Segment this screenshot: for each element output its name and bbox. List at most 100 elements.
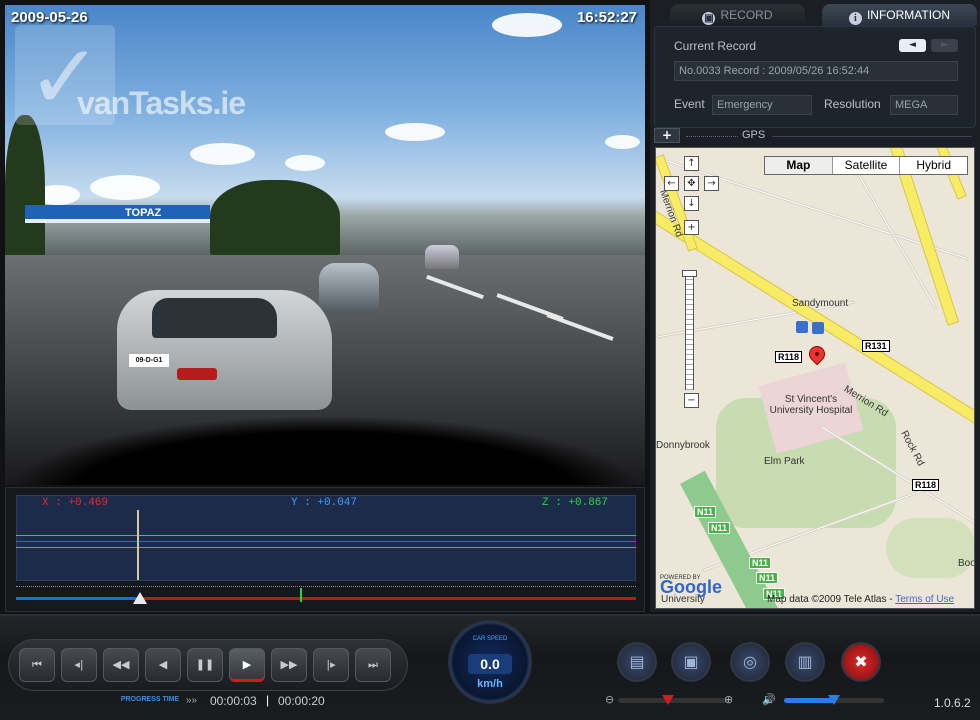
playback-bar: ⏮ ◂| ◀◀ ◀ ❚❚ ▶ ▶▶ |▸ ⏭ <box>8 639 408 691</box>
zoom-out-icon[interactable]: − <box>684 393 699 408</box>
resolution-value: MEGA <box>890 95 958 115</box>
current-time: 00:00:03 <box>210 694 257 708</box>
pan-center-icon[interactable]: ✥ <box>684 176 699 191</box>
rewind-button[interactable]: ◀◀ <box>103 648 139 682</box>
skip-start-button[interactable]: ⏮ <box>19 648 55 682</box>
volume-slider[interactable] <box>784 695 884 705</box>
road-badge-r131: R131 <box>862 340 890 352</box>
prev-record-button[interactable]: ◄ <box>899 39 926 52</box>
petrol-station: TOPAZ <box>25 205 210 265</box>
speed-value: 0.0 <box>468 654 512 674</box>
step-back-button[interactable]: ◂| <box>61 648 97 682</box>
step-forward-button[interactable]: |▸ <box>313 648 349 682</box>
settings-tools-icon[interactable]: ✖ <box>841 642 881 682</box>
resolution-label: Resolution <box>824 97 881 111</box>
skip-end-button[interactable]: ⏭ <box>355 648 391 682</box>
label-rock-rd: Rock Rd <box>898 428 927 469</box>
road-badge-n11-2: N11 <box>708 522 731 534</box>
time-separator: | <box>266 693 270 707</box>
map-type-selector: Map Satellite Hybrid <box>764 156 968 175</box>
gps-expand-button[interactable]: + <box>654 128 680 143</box>
info-icon: i <box>848 12 862 25</box>
pan-left-icon[interactable]: ← <box>664 176 679 191</box>
road-badge-r118-2: R118 <box>912 479 940 491</box>
event-value: Emergency <box>712 95 812 115</box>
gps-header: + GPS <box>654 128 976 144</box>
video-view[interactable]: TOPAZ 09-D-G1 ✓ vanTasks.ie 2009-05-26 1… <box>5 5 645 485</box>
open-book-icon[interactable]: ▤ <box>617 642 657 682</box>
pan-right-icon[interactable]: → <box>704 176 719 191</box>
event-label: Event <box>674 97 705 111</box>
label-boo: Boo <box>958 558 975 569</box>
google-logo: Google <box>660 577 722 597</box>
timeline-ticks <box>16 586 636 588</box>
pause-button[interactable]: ❚❚ <box>187 648 223 682</box>
total-time: 00:00:20 <box>278 694 325 708</box>
current-record-label: Current Record <box>674 39 757 53</box>
g-sensor-panel: X : +0.469 Y : +0.047 Z : +0.867 <box>5 487 645 612</box>
y-axis-value: Y : +0.047 <box>291 497 358 509</box>
watermark: ✓ vanTasks.ie <box>15 25 250 135</box>
zoom-out-small-icon[interactable]: ⊖ <box>605 693 614 706</box>
map-type-hybrid[interactable]: Hybrid <box>899 157 967 174</box>
print-icon[interactable]: ▥ <box>785 642 825 682</box>
version-label: 1.0.6.2 <box>934 696 971 710</box>
current-record-value: No.0033 Record : 2009/05/26 16:52:44 <box>674 61 958 81</box>
pan-down-icon[interactable]: ↓ <box>684 196 699 211</box>
location-pin-icon[interactable] <box>805 342 829 366</box>
zoom-in-icon[interactable]: + <box>684 220 699 235</box>
label-sandymount: Sandymount <box>792 298 849 309</box>
app-window: TOPAZ 09-D-G1 ✓ vanTasks.ie 2009-05-26 1… <box>0 0 980 720</box>
rail-station-icon <box>812 322 824 334</box>
zoom-knob[interactable] <box>682 270 697 277</box>
tab-information[interactable]: i INFORMATION <box>822 4 977 26</box>
fast-forward-button[interactable]: ▶▶ <box>271 648 307 682</box>
snapshot-icon[interactable]: ◎ <box>730 642 770 682</box>
speedometer: CAR SPEED 0.0 km/h <box>448 620 532 704</box>
label-elm-park: Elm Park <box>764 456 805 467</box>
next-record-button[interactable]: ► <box>931 39 958 52</box>
label-donnybrook: Donnybrook <box>656 440 710 451</box>
terms-link[interactable]: Terms of Use <box>895 594 954 605</box>
volume-icon[interactable]: 🔊 <box>762 693 776 706</box>
road-badge-n11-4: N11 <box>756 572 779 584</box>
zoom-level-slider[interactable] <box>618 695 728 705</box>
map-attribution: Map data ©2009 Tele Atlas - Terms of Use <box>767 594 955 605</box>
reverse-play-button[interactable]: ◀ <box>145 648 181 682</box>
save-icon[interactable]: ▣ <box>671 642 711 682</box>
timeline-thumb[interactable] <box>133 592 147 604</box>
gps-label: GPS <box>742 129 766 141</box>
gps-map[interactable]: Sandymount St Vincent's University Hospi… <box>655 147 975 609</box>
car-ahead <box>319 263 379 313</box>
license-plate: 09-D-G1 <box>129 354 169 367</box>
silver-car: 09-D-G1 <box>117 290 332 410</box>
watermark-text: vanTasks.ie <box>77 85 246 121</box>
y-line <box>16 547 636 548</box>
graph-cursor[interactable] <box>137 510 139 580</box>
progress-arrows-icon: »» <box>186 695 198 706</box>
label-st-vincents: St Vincent's University Hospital <box>769 394 853 416</box>
road-badge-n11: N11 <box>694 506 717 518</box>
map-type-map[interactable]: Map <box>765 157 832 174</box>
speed-unit: km/h <box>477 678 503 690</box>
map-type-satellite[interactable]: Satellite <box>831 157 900 174</box>
play-button[interactable]: ▶ <box>229 648 265 682</box>
z-axis-value: Z : +0.867 <box>542 497 609 509</box>
volume-knob[interactable] <box>828 695 840 705</box>
film-icon: ▣ <box>702 12 716 25</box>
timeline-played <box>16 597 140 600</box>
speed-label: CAR SPEED <box>472 636 508 642</box>
zoom-level-knob[interactable] <box>662 695 674 705</box>
z-line <box>16 535 636 536</box>
tab-record[interactable]: ▣ RECORD <box>670 4 805 26</box>
video-date: 2009-05-26 <box>11 9 88 26</box>
car-distant <box>425 245 459 269</box>
road-badge-n11-3: N11 <box>749 557 772 569</box>
pan-up-icon[interactable]: ↑ <box>684 156 699 171</box>
x-line <box>16 541 636 542</box>
zoom-in-small-icon[interactable]: ⊕ <box>724 693 733 706</box>
road-badge-r118: R118 <box>775 351 803 363</box>
timeline-track[interactable] <box>16 597 636 600</box>
zoom-slider[interactable] <box>682 270 697 390</box>
x-axis-value: X : +0.469 <box>42 497 109 509</box>
